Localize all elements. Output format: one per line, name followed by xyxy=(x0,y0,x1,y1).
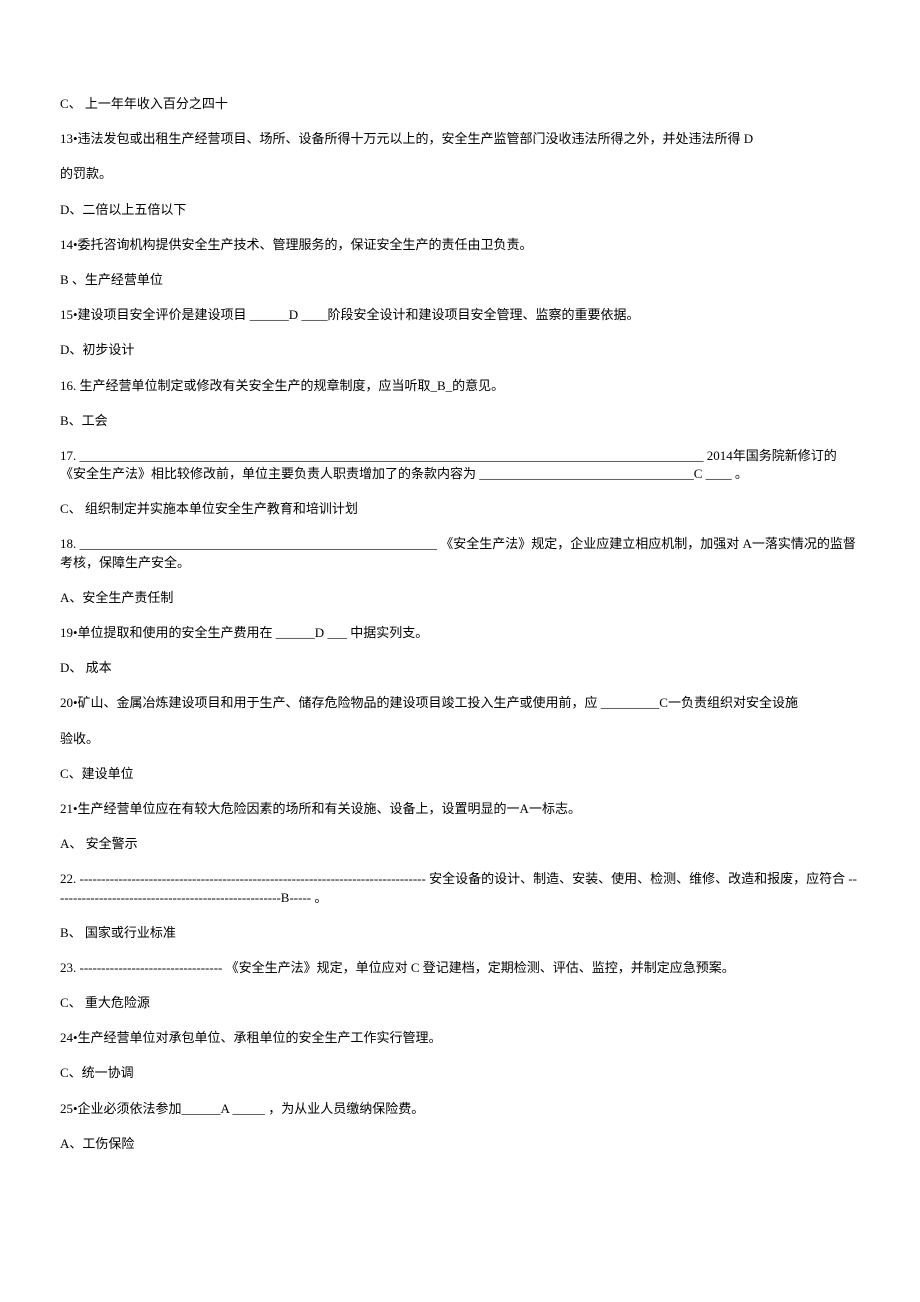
text-line: 24•生产经营单位对承包单位、承租单位的安全生产工作实行管理。 xyxy=(60,1029,860,1047)
text-line: A、 安全警示 xyxy=(60,835,860,853)
text-line: A、工伤保险 xyxy=(60,1135,860,1153)
text-line: C、 上一年年收入百分之四十 xyxy=(60,95,860,113)
text-line: 22. ------------------------------------… xyxy=(60,870,860,906)
text-line: D、初步设计 xyxy=(60,341,860,359)
text-line: C、 重大危险源 xyxy=(60,994,860,1012)
text-line: 14•委托咨询机构提供安全生产技术、管理服务的，保证安全生产的责任由卫负责。 xyxy=(60,236,860,254)
text-line: D、二倍以上五倍以下 xyxy=(60,201,860,219)
text-line: C、建设单位 xyxy=(60,765,860,783)
text-line: B 、生产经营单位 xyxy=(60,271,860,289)
text-line: 15•建设项目安全评价是建设项目 ______D ____阶段安全设计和建设项目… xyxy=(60,306,860,324)
text-line: C、 组织制定并实施本单位安全生产教育和培训计划 xyxy=(60,500,860,518)
text-line: B、工会 xyxy=(60,412,860,430)
text-line: 19•单位提取和使用的安全生产费用在 ______D ___ 中据实列支。 xyxy=(60,624,860,642)
text-line: C、统一协调 xyxy=(60,1064,860,1082)
text-line: 16. 生产经营单位制定或修改有关安全生产的规章制度，应当听取_B_的意见。 xyxy=(60,377,860,395)
text-line: 18. ____________________________________… xyxy=(60,535,860,571)
text-line: 验收。 xyxy=(60,730,860,748)
text-line: 25•企业必须依法参加______A _____ ，为从业人员缴纳保险费。 xyxy=(60,1100,860,1118)
text-line: B、 国家或行业标准 xyxy=(60,924,860,942)
text-line: 21•生产经营单位应在有较大危险因素的场所和有关设施、设备上，设置明显的一A一标… xyxy=(60,800,860,818)
text-line: 的罚款。 xyxy=(60,165,860,183)
text-line: 23. --------------------------------- 《安… xyxy=(60,959,860,977)
text-line: 17. ____________________________________… xyxy=(60,447,860,483)
text-line: D、 成本 xyxy=(60,659,860,677)
text-line: 20•矿山、金属冶炼建设项目和用于生产、储存危险物品的建设项目竣工投入生产或使用… xyxy=(60,694,860,712)
text-line: A、安全生产责任制 xyxy=(60,589,860,607)
text-line: 13•违法发包或出租生产经营项目、场所、设备所得十万元以上的，安全生产监管部门没… xyxy=(60,130,860,148)
